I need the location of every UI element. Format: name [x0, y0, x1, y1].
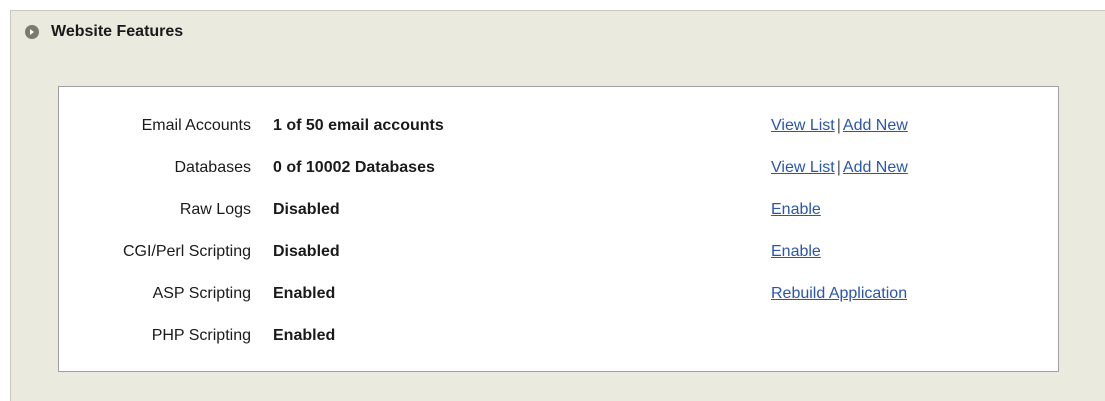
feature-label: Email Accounts — [141, 117, 251, 134]
view-list-link[interactable]: View List — [771, 117, 835, 134]
feature-value: Enabled — [273, 327, 336, 344]
feature-row-email-accounts: Email Accounts 1 of 50 email accounts Vi… — [59, 116, 1058, 136]
feature-label: ASP Scripting — [152, 285, 251, 302]
feature-value: Enabled — [273, 285, 336, 302]
enable-link[interactable]: Enable — [771, 243, 821, 260]
separator: | — [836, 117, 841, 134]
feature-actions: Rebuild Application — [771, 284, 907, 304]
feature-label: CGI/Perl Scripting — [122, 243, 251, 260]
feature-row-cgi-perl-scripting: CGI/Perl Scripting Disabled Enable — [59, 242, 1058, 262]
section-title: Website Features — [51, 23, 184, 40]
feature-row-php-scripting: PHP Scripting Enabled — [59, 326, 1058, 346]
feature-actions: Enable — [771, 242, 821, 262]
feature-row-raw-logs: Raw Logs Disabled Enable — [59, 200, 1058, 220]
features-table: Email Accounts 1 of 50 email accounts Vi… — [58, 86, 1059, 372]
feature-actions: View List | Add New — [771, 116, 908, 136]
feature-row-databases: Databases 0 of 10002 Databases View List… — [59, 158, 1058, 178]
rebuild-application-link[interactable]: Rebuild Application — [771, 285, 907, 302]
separator: | — [836, 159, 841, 176]
feature-value: 1 of 50 email accounts — [273, 117, 444, 134]
feature-label: Raw Logs — [179, 201, 251, 218]
feature-actions: Enable — [771, 200, 821, 220]
view-list-link[interactable]: View List — [771, 159, 835, 176]
feature-row-asp-scripting: ASP Scripting Enabled Rebuild Applicatio… — [59, 284, 1058, 304]
add-new-link[interactable]: Add New — [843, 117, 908, 134]
feature-value: Disabled — [273, 201, 340, 218]
feature-actions: View List | Add New — [771, 158, 908, 178]
add-new-link[interactable]: Add New — [843, 159, 908, 176]
expand-circle-icon[interactable] — [25, 25, 39, 39]
section-header[interactable]: Website Features — [25, 23, 183, 41]
feature-label: PHP Scripting — [151, 327, 251, 344]
enable-link[interactable]: Enable — [771, 201, 821, 218]
feature-value: Disabled — [273, 243, 340, 260]
website-features-panel: Website Features Email Accounts 1 of 50 … — [10, 10, 1105, 401]
feature-label: Databases — [174, 159, 252, 176]
feature-value: 0 of 10002 Databases — [273, 159, 435, 176]
